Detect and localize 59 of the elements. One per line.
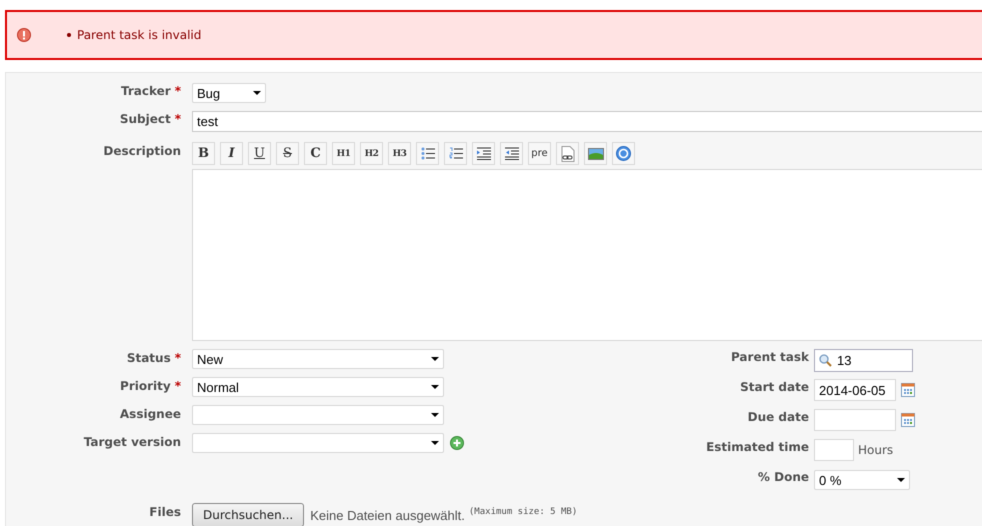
search-icon: [819, 354, 832, 366]
hours-field[interactable]: [814, 439, 854, 461]
toolbar-button[interactable]: [500, 142, 523, 165]
file-status: Keine Dateien ausgewählt.: [310, 508, 465, 522]
field-label: Assignee: [120, 407, 181, 421]
calendar-icon[interactable]: [901, 413, 915, 427]
parent-task-field[interactable]: 13: [814, 348, 913, 372]
unit-label: Hours: [858, 443, 894, 457]
indent-icon: [476, 147, 490, 160]
required-mark: *: [174, 351, 181, 365]
size-note: (Maximum size: 5 MB): [468, 507, 578, 517]
add-icon[interactable]: [450, 436, 464, 450]
toolbar-button[interactable]: [416, 142, 439, 165]
date-field[interactable]: [814, 409, 896, 431]
toolbar-button[interactable]: [444, 142, 467, 165]
numbered-list-icon: [448, 147, 462, 160]
bullet-list-icon: [420, 147, 434, 160]
field-label: % Done: [758, 470, 809, 484]
format-button[interactable]: H1: [332, 142, 355, 165]
date-field[interactable]: 2014-06-05: [814, 379, 896, 401]
field-label: Tracker: [121, 84, 171, 98]
required-mark: *: [174, 112, 181, 126]
field-label: Target version: [84, 435, 181, 449]
browse-button[interactable]: Durchsuchen...: [192, 503, 304, 526]
field-label: Description: [103, 144, 181, 158]
outdent-icon: [504, 147, 518, 160]
link-file-icon: [560, 146, 574, 162]
format-button[interactable]: U: [248, 142, 271, 165]
image-icon: [588, 148, 604, 160]
field-label: Estimated time: [706, 440, 809, 454]
error-text: Parent task is invalid: [77, 28, 202, 42]
field-label: Parent task: [730, 350, 809, 364]
dropdown[interactable]: Normal: [192, 377, 444, 397]
format-button[interactable]: S: [276, 142, 299, 165]
description-field[interactable]: [192, 169, 982, 341]
required-mark: *: [174, 379, 181, 393]
format-button[interactable]: C: [304, 142, 327, 165]
field-label: Subject: [120, 112, 171, 126]
toolbar-button[interactable]: [556, 142, 579, 165]
field-label: Status: [126, 351, 171, 365]
field-label: Priority: [120, 379, 171, 393]
done-select[interactable]: 0 %: [814, 470, 910, 490]
format-button[interactable]: pre: [528, 142, 551, 165]
field-label: Due date: [748, 410, 809, 424]
subject-field[interactable]: test: [192, 110, 982, 132]
format-button[interactable]: I: [220, 142, 243, 165]
calendar-icon[interactable]: [901, 383, 915, 397]
format-button[interactable]: H2: [360, 142, 383, 165]
field-label: Start date: [740, 380, 809, 394]
toolbar-button[interactable]: [612, 142, 635, 165]
tracker-select[interactable]: Bug: [192, 83, 266, 103]
format-button[interactable]: H3: [388, 142, 411, 165]
field-label: Files: [149, 505, 181, 519]
toolbar-button[interactable]: [472, 142, 495, 165]
help-icon: [616, 146, 631, 161]
format-button[interactable]: B: [192, 142, 215, 165]
error-icon: [17, 28, 31, 42]
required-mark: *: [174, 84, 181, 98]
dropdown[interactable]: New: [192, 349, 444, 369]
